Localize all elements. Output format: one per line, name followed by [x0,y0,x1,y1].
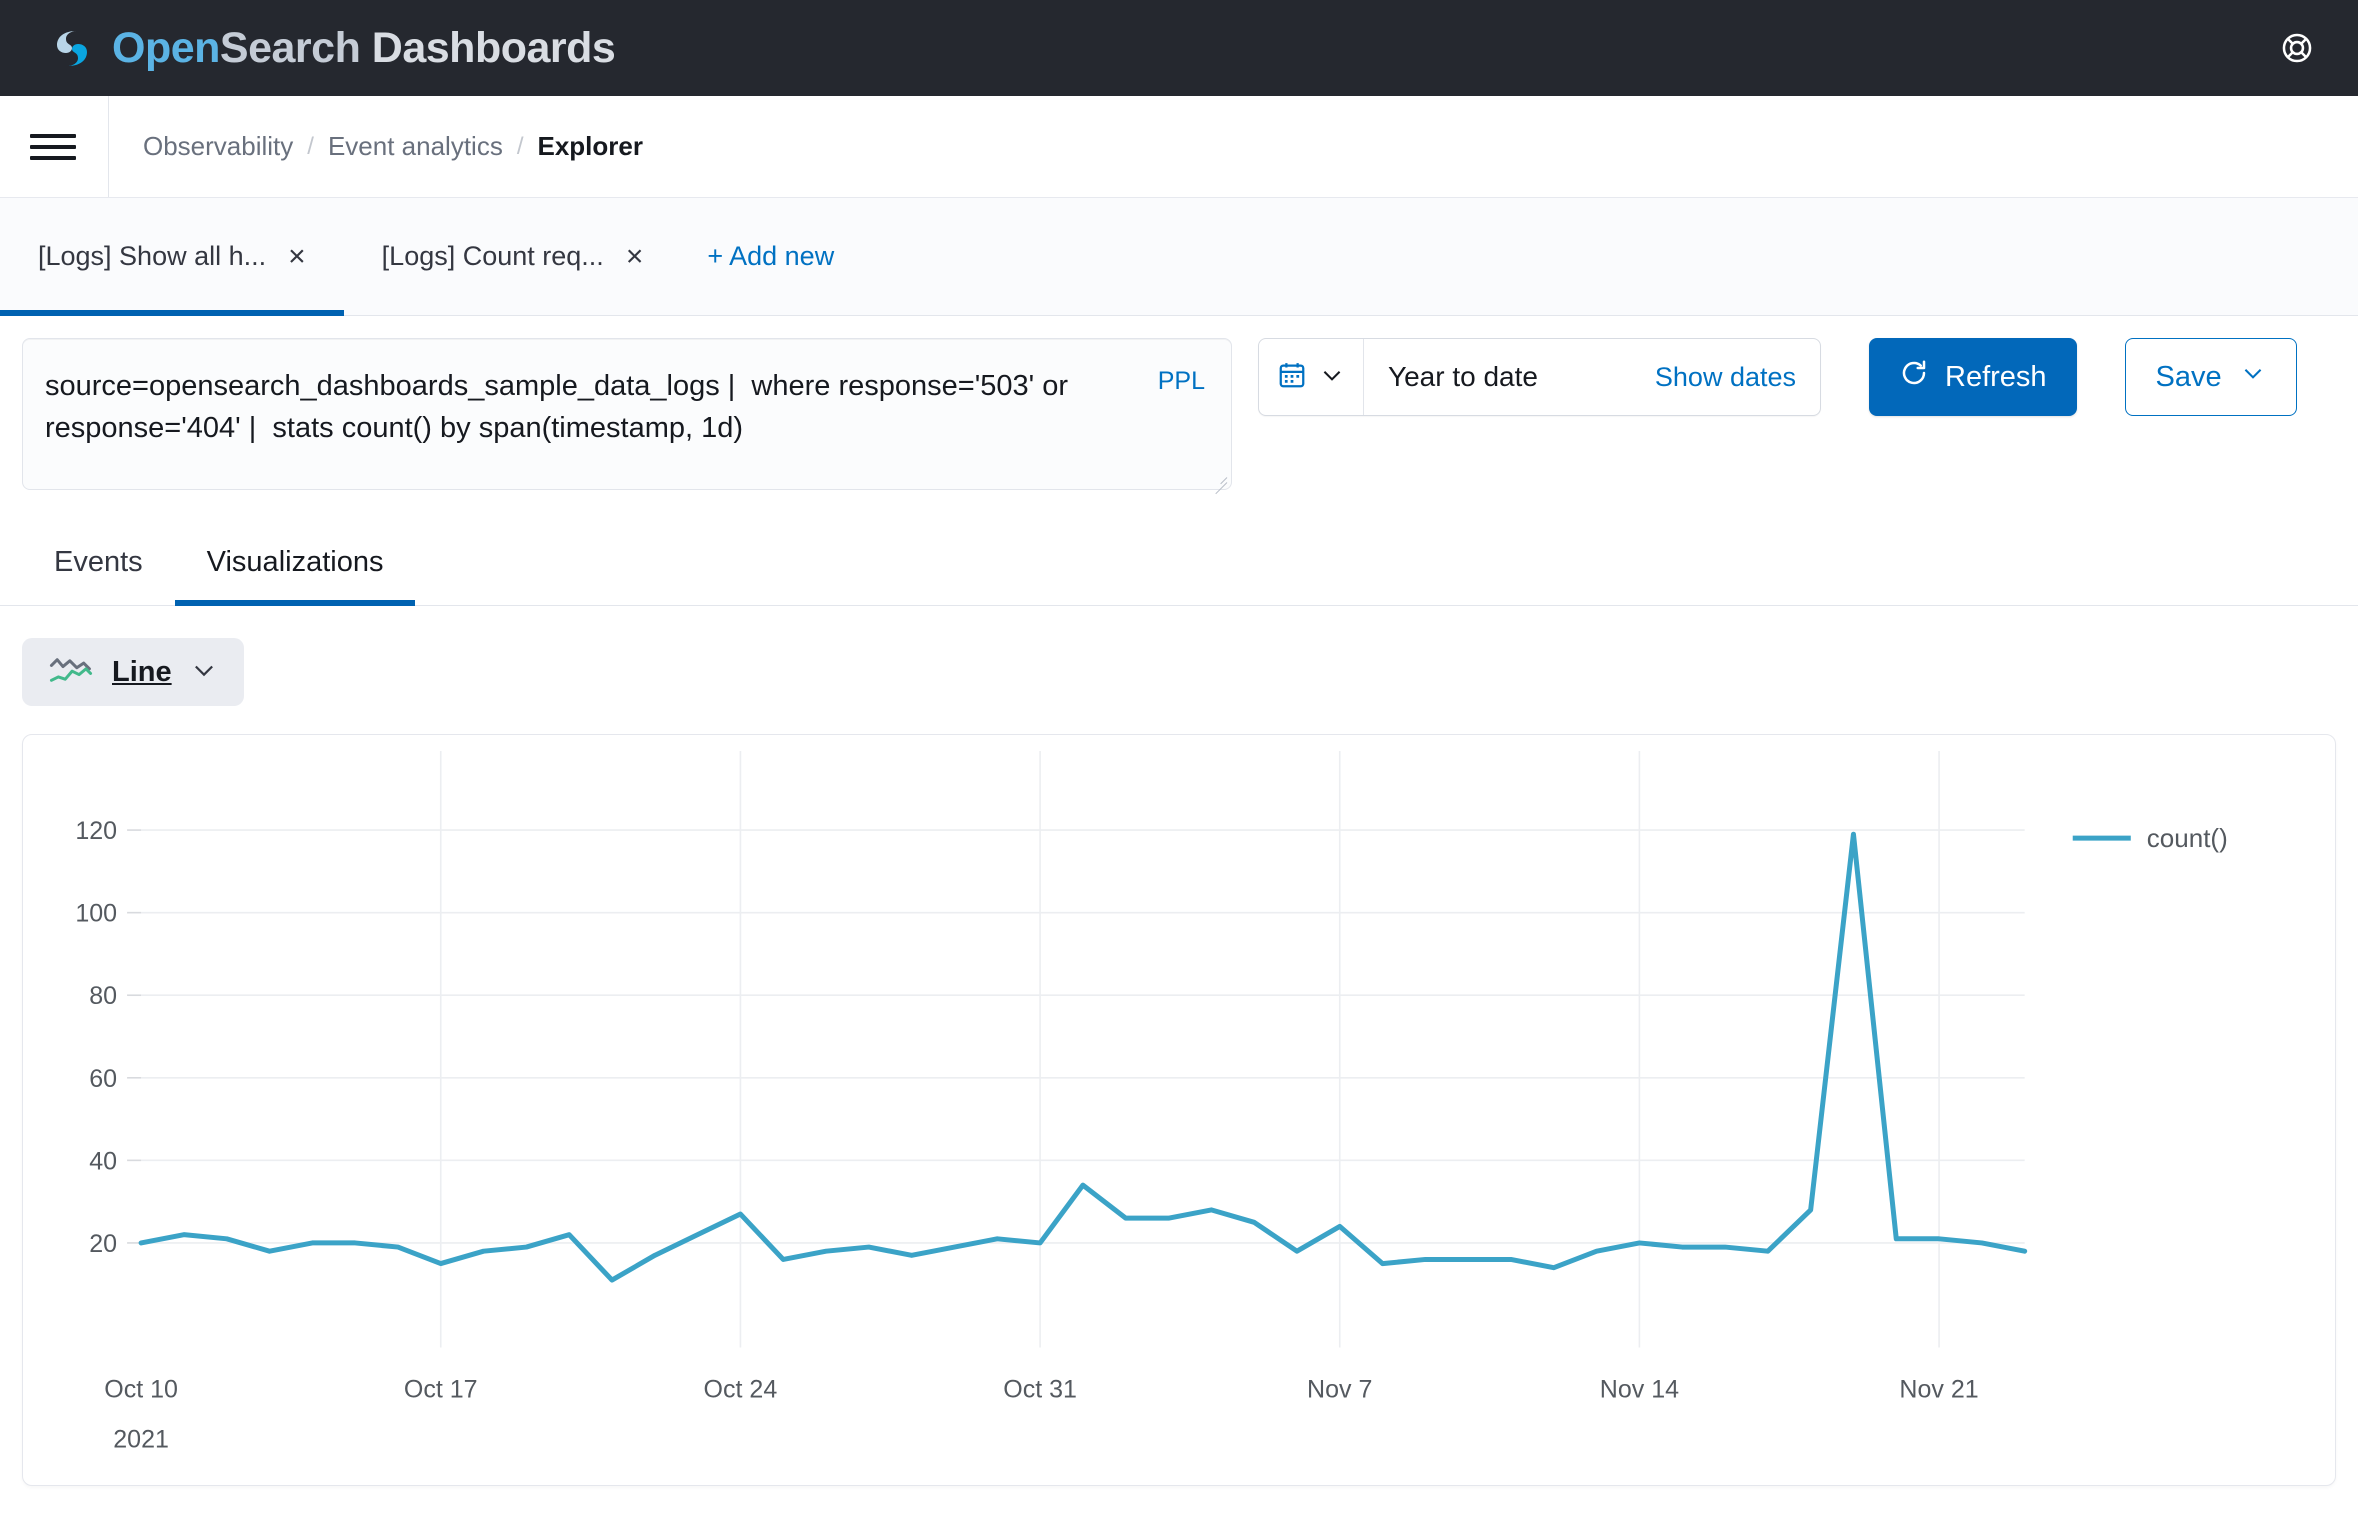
ppl-query-text: source=opensearch_dashboards_sample_data… [45,365,1111,449]
refresh-icon [1899,358,1929,396]
breadcrumb-item-explorer: Explorer [538,131,644,162]
hamburger-menu-icon[interactable] [30,124,76,170]
tab-visualizations[interactable]: Visualizations [175,524,416,605]
calendar-icon [1277,360,1307,395]
query-row: source=opensearch_dashboards_sample_data… [0,316,2358,490]
session-tab-label: [Logs] Count req... [382,241,604,272]
date-picker[interactable]: Year to date Show dates [1258,338,1821,416]
session-tab-strip: [Logs] Show all h... × [Logs] Count req.… [0,198,2358,316]
x-axis-tick-label: Oct 10 [104,1376,178,1404]
save-button-label: Save [2156,361,2222,394]
add-new-tab-button[interactable]: + Add new [681,198,860,315]
session-tab-count-req[interactable]: [Logs] Count req... × [344,198,682,315]
visualization-panel: 20 40 60 80 100 120 Oct 10 2021 Oct 17 Oct 24 Oct … [22,734,2336,1486]
line-chart[interactable]: 20 40 60 80 100 120 Oct 10 2021 Oct 17 Oct 24 Oct … [23,735,2335,1488]
breadcrumb-separator: / [517,133,524,161]
show-dates-button[interactable]: Show dates [1655,362,1796,393]
refresh-button[interactable]: Refresh [1869,338,2077,416]
breadcrumb: Observability / Event analytics / Explor… [143,131,643,162]
brand-dashboards: Dashboards [360,24,615,72]
x-axis-tick-label: Nov 14 [1600,1376,1679,1404]
breadcrumb-bar: Observability / Event analytics / Explor… [0,96,2358,198]
ppl-query-input[interactable]: source=opensearch_dashboards_sample_data… [22,338,1232,490]
breadcrumb-divider [108,96,109,197]
y-axis-tick-label: 80 [89,982,117,1010]
close-icon[interactable]: × [288,242,306,272]
chevron-down-icon [190,656,218,689]
breadcrumb-separator: / [307,133,314,161]
date-range-field[interactable]: Year to date Show dates [1364,339,1820,415]
chart-type-selector-row: Line [0,606,2358,706]
chevron-down-icon [2240,360,2266,394]
help-lifebuoy-icon[interactable] [2274,25,2320,71]
breadcrumb-item-observability[interactable]: Observability [143,131,293,162]
opensearch-logo-icon [46,22,98,74]
x-axis-tick-label: Oct 24 [704,1376,778,1404]
y-axis-tick-label: 120 [75,817,117,845]
hamburger-line [30,156,76,160]
date-quick-select-button[interactable] [1259,339,1364,415]
x-axis-tick-label: Oct 31 [1003,1376,1077,1404]
session-tab-show-all[interactable]: [Logs] Show all h... × [0,198,344,315]
resize-handle-icon[interactable] [1209,468,1227,486]
refresh-button-label: Refresh [1945,361,2047,394]
brand-search: Search [220,24,360,72]
session-tab-label: [Logs] Show all h... [38,241,266,272]
y-axis-tick-label: 60 [89,1065,117,1093]
chart-type-label: Line [112,656,172,689]
chart-type-selector[interactable]: Line [22,638,244,706]
hamburger-line [30,134,76,138]
save-button[interactable]: Save [2125,338,2297,416]
x-axis-tick-label: Oct 17 [404,1376,478,1404]
x-axis-tick-label: Nov 7 [1307,1376,1372,1404]
hamburger-line [30,145,76,149]
legend-label[interactable]: count() [2147,823,2228,853]
tab-events[interactable]: Events [22,524,175,605]
view-tab-strip: Events Visualizations [0,524,2358,606]
close-icon[interactable]: × [626,242,644,272]
y-axis-tick-label: 20 [89,1230,117,1258]
series-line-count[interactable] [141,834,2025,1280]
brand-open: Open [112,24,220,72]
x-axis-year-label: 2021 [113,1426,169,1454]
y-axis-tick-label: 40 [89,1147,117,1175]
brand-title: OpenSearch Dashboards [112,24,615,73]
query-language-badge[interactable]: PPL [1158,367,1205,396]
chevron-down-icon [1319,362,1345,393]
line-chart-icon [48,655,94,690]
y-axis-tick-label: 100 [75,900,117,928]
breadcrumb-item-event-analytics[interactable]: Event analytics [328,131,503,162]
top-header-bar: OpenSearch Dashboards [0,0,2358,96]
date-range-value: Year to date [1388,361,1538,393]
brand-logo-area[interactable]: OpenSearch Dashboards [46,22,615,74]
x-axis-tick-label: Nov 21 [1899,1376,1978,1404]
